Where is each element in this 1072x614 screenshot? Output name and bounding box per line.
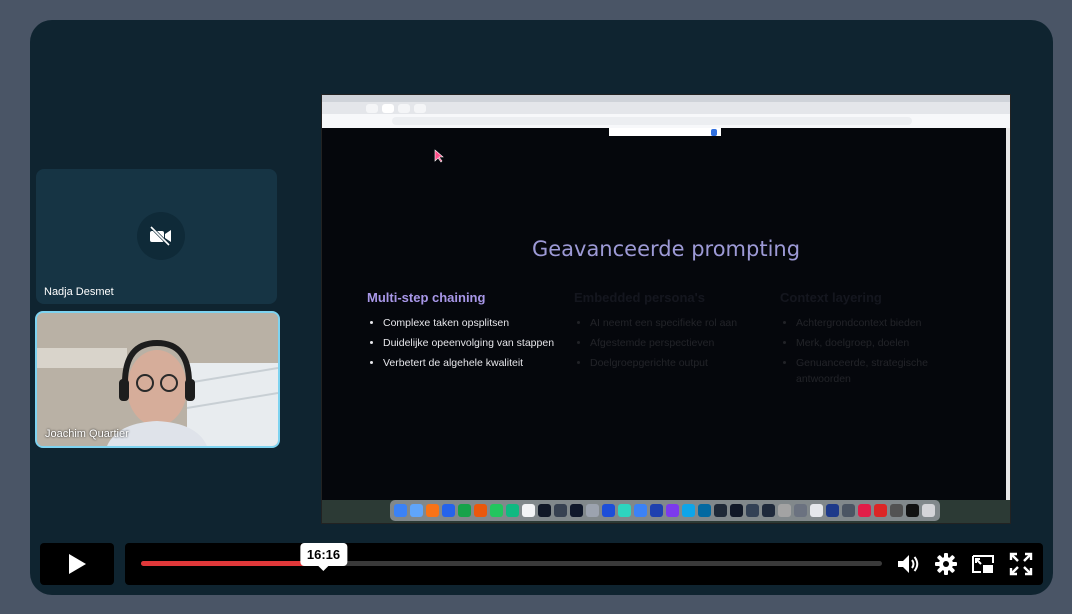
list-item: Verbetert de algehele kwaliteit <box>383 355 557 371</box>
dock-app-icon <box>538 504 551 517</box>
volume-icon <box>898 555 919 573</box>
dock-app-icon <box>618 504 631 517</box>
browser-tab: ​ <box>382 103 394 113</box>
dock-app-icon <box>442 504 455 517</box>
dock-app-icon <box>490 504 503 517</box>
mac-menubar <box>322 95 1010 102</box>
dock-app-icon <box>842 504 855 517</box>
dock-app-icon <box>762 504 775 517</box>
participant-tile-nadja[interactable]: Nadja Desmet <box>36 169 277 304</box>
dock-app-icon <box>922 504 935 517</box>
dock-app-icon <box>570 504 583 517</box>
video-stage: Nadja Desmet Joachim Quartier ​ ​ ​ ​ <box>30 20 1053 595</box>
dock-app-icon <box>858 504 871 517</box>
dock-app-icon <box>778 504 791 517</box>
dock-app-icon <box>890 504 903 517</box>
settings-button[interactable] <box>934 552 958 576</box>
browser-tab-strip: ​ ​ ​ ​ <box>322 102 1010 114</box>
screen-share-notice: ​ <box>609 128 721 136</box>
gear-icon <box>935 553 957 575</box>
slide-column: Context layering Achtergrondcontext bied… <box>780 290 970 391</box>
progress-fill <box>141 561 326 566</box>
video-off-icon <box>137 212 185 260</box>
dock-app-icon <box>602 504 615 517</box>
browser-tab: ​ <box>398 103 410 113</box>
play-button[interactable] <box>40 543 114 585</box>
fullscreen-icon <box>1009 552 1033 576</box>
dock-app-icon <box>810 504 823 517</box>
dock-app-icon <box>666 504 679 517</box>
play-icon <box>69 554 86 574</box>
column-heading: Multi-step chaining <box>367 290 486 305</box>
list-item: Complexe taken opsplitsen <box>383 315 557 331</box>
browser-tab: ​ <box>414 103 426 113</box>
slide-title: Geavanceerde prompting <box>531 237 801 261</box>
dock-app-icon <box>906 504 919 517</box>
list-item: Genuanceerde, strategische antwoorden <box>796 355 970 387</box>
window-edge <box>1006 128 1010 500</box>
participant-name: Nadja Desmet <box>44 286 114 298</box>
picture-in-picture-icon <box>972 555 994 573</box>
list-item: Afgestemde perspectieven <box>590 335 764 351</box>
url-field <box>392 117 912 125</box>
fullscreen-button[interactable] <box>1009 552 1033 576</box>
slide-column: Embedded persona's AI neemt een specifie… <box>574 290 764 375</box>
list-item: AI neemt een specifieke rol aan <box>590 315 764 331</box>
time-tooltip: 16:16 <box>299 543 348 571</box>
dock-app-icon <box>794 504 807 517</box>
mac-dock <box>390 500 940 521</box>
dock-app-icon <box>826 504 839 517</box>
dock-app-icon <box>650 504 663 517</box>
dock-app-icon <box>426 504 439 517</box>
dock-app-icon <box>698 504 711 517</box>
dock-app-icon <box>874 504 887 517</box>
participant-name: Joachim Quartier <box>45 428 129 440</box>
list-item: Doelgroepgerichte output <box>590 355 764 371</box>
dock-app-icon <box>554 504 567 517</box>
dock-app-icon <box>634 504 647 517</box>
dock-app-icon <box>506 504 519 517</box>
browser-address-bar <box>322 114 1010 128</box>
stop-sharing-button: ​ <box>711 128 717 136</box>
dock-app-icon <box>730 504 743 517</box>
participant-tile-joachim[interactable]: Joachim Quartier <box>35 311 280 448</box>
shared-screen: ​ ​ ​ ​ ​ Geavanceerde prompting Multi-s… <box>321 94 1011 524</box>
column-heading: Context layering <box>780 290 882 305</box>
dock-app-icon <box>474 504 487 517</box>
progress-bar[interactable]: 16:16 <box>141 543 882 571</box>
dock-app-icon <box>746 504 759 517</box>
dock-app-icon <box>410 504 423 517</box>
browser-tab: ​ <box>366 103 378 113</box>
slide-column: Multi-step chaining Complexe taken opspl… <box>367 290 557 375</box>
list-item: Merk, doelgroep, doelen <box>796 335 970 351</box>
dock-app-icon <box>586 504 599 517</box>
participant-video <box>37 313 278 446</box>
dock-app-icon <box>394 504 407 517</box>
column-heading: Embedded persona's <box>574 290 705 305</box>
player-control-bar: 16:16 <box>125 543 1043 585</box>
list-item: Achtergrondcontext bieden <box>796 315 970 331</box>
dock-app-icon <box>682 504 695 517</box>
volume-button[interactable] <box>896 552 920 576</box>
list-item: Duidelijke opeenvolging van stappen <box>383 335 557 351</box>
dock-app-icon <box>714 504 727 517</box>
dock-app-icon <box>522 504 535 517</box>
dock-app-icon <box>458 504 471 517</box>
picture-in-picture-button[interactable] <box>971 552 995 576</box>
mouse-cursor-icon <box>434 149 444 163</box>
